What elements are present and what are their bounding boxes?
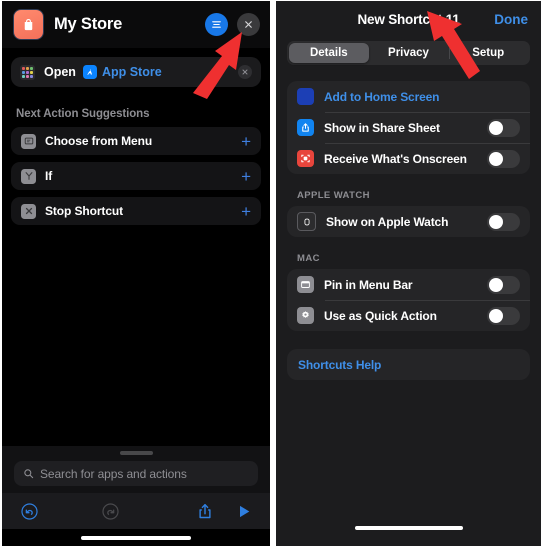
sheet-grabber[interactable] — [119, 451, 153, 455]
toggle-knob — [489, 214, 503, 229]
gear-icon — [297, 307, 314, 324]
main-settings-group: Add to Home Screen Show in Share Sheet R… — [287, 81, 530, 174]
home-indicator — [81, 535, 191, 540]
app-store-icon — [82, 65, 97, 79]
shortcut-editor-body: Open App Store Next Action Suggestions C… — [2, 48, 270, 448]
search-icon — [24, 469, 34, 479]
row-label: Add to Home Screen — [324, 89, 440, 104]
row-show-in-share-sheet[interactable]: Show in Share Sheet — [287, 112, 530, 143]
search-input[interactable]: Search for apps and actions — [14, 461, 258, 486]
toggle-knob — [489, 308, 503, 323]
home-screen-grid-icon — [297, 88, 314, 105]
undo-icon[interactable] — [20, 502, 39, 521]
menu-list-icon — [21, 133, 36, 149]
add-action-button[interactable]: + — [241, 203, 251, 220]
app-store-chip[interactable]: App Store — [82, 65, 162, 79]
play-icon[interactable] — [236, 503, 252, 520]
row-label: Show in Share Sheet — [324, 120, 440, 135]
close-icon[interactable] — [237, 13, 260, 36]
suggestion-label: If — [45, 169, 53, 183]
toggle-pin-in-menu-bar[interactable] — [487, 275, 520, 294]
action-verb: Open — [44, 65, 76, 79]
suggestion-row-stop-shortcut[interactable]: Stop Shortcut + — [11, 197, 261, 225]
shortcut-editor-header: My Store — [2, 1, 270, 48]
toggle-show-on-apple-watch[interactable] — [487, 212, 520, 231]
suggestion-row-choose-from-menu[interactable]: Choose from Menu + — [11, 127, 261, 155]
share-slot — [157, 502, 236, 521]
section-header-apple-watch: APPLE WATCH — [297, 190, 370, 201]
header-buttons — [205, 13, 260, 36]
row-label: Show on Apple Watch — [326, 214, 449, 229]
toggle-use-as-quick-action[interactable] — [487, 306, 520, 325]
share-sheet-icon — [297, 119, 314, 136]
editor-toolbar — [2, 493, 270, 529]
suggestion-label: Stop Shortcut — [45, 204, 124, 218]
comparison-screenshot: My Store Open App Store Next Action Sugg… — [0, 0, 545, 547]
toggle-show-in-share-sheet[interactable] — [487, 118, 520, 137]
menu-bar-icon — [297, 276, 314, 293]
if-branch-icon — [21, 168, 36, 184]
search-zone: Search for apps and actions — [2, 446, 270, 493]
page-title: My Store — [54, 15, 123, 33]
apple-watch-icon — [297, 212, 316, 231]
row-receive-whats-onscreen[interactable]: Receive What's Onscreen — [287, 143, 530, 174]
right-home-indicator-area — [276, 526, 541, 530]
shortcuts-help-label: Shortcuts Help — [298, 357, 382, 372]
row-shortcuts-help[interactable]: Shortcuts Help — [287, 349, 530, 380]
left-bottom-area: Search for apps and actions — [2, 446, 270, 546]
toggle-knob — [489, 151, 503, 166]
suggestions-heading: Next Action Suggestions — [16, 108, 150, 120]
row-use-as-quick-action[interactable]: Use as Quick Action — [287, 300, 530, 331]
toggle-knob — [489, 277, 503, 292]
add-action-button[interactable]: + — [241, 133, 251, 150]
play-slot — [236, 503, 252, 520]
left-phone-screen: My Store Open App Store Next Action Sugg… — [2, 1, 270, 546]
row-label: Pin in Menu Bar — [324, 277, 413, 292]
stop-x-icon — [21, 203, 36, 219]
help-group: Shortcuts Help — [287, 349, 530, 380]
toggle-knob — [489, 120, 503, 135]
shortcut-settings-header: New Shortcut 11 Done — [276, 1, 541, 37]
remove-icon[interactable] — [238, 65, 252, 79]
undo-slot — [20, 502, 77, 521]
home-indicator — [354, 526, 463, 530]
apps-grid-icon — [20, 64, 35, 80]
apple-watch-group: Show on Apple Watch — [287, 206, 530, 237]
share-icon[interactable] — [196, 502, 214, 521]
section-header-mac: MAC — [297, 253, 320, 264]
onscreen-scan-icon — [297, 150, 314, 167]
app-store-label: App Store — [101, 65, 162, 79]
right-phone-screen: New Shortcut 11 Done Details Privacy Set… — [276, 1, 541, 546]
tab-details[interactable]: Details — [289, 43, 369, 63]
redo-slot — [77, 502, 158, 521]
tab-privacy[interactable]: Privacy — [369, 43, 449, 63]
suggestion-label: Choose from Menu — [45, 134, 153, 148]
settings-body: Add to Home Screen Show in Share Sheet R… — [276, 65, 541, 537]
row-pin-in-menu-bar[interactable]: Pin in Menu Bar — [287, 269, 530, 300]
tab-setup[interactable]: Setup — [448, 43, 528, 63]
action-row-open-app-store[interactable]: Open App Store — [11, 57, 261, 87]
suggestion-row-if[interactable]: If + — [11, 162, 261, 190]
search-placeholder: Search for apps and actions — [40, 466, 187, 481]
row-show-on-apple-watch[interactable]: Show on Apple Watch — [287, 206, 530, 237]
sliders-icon[interactable] — [205, 13, 228, 36]
toggle-receive-whats-onscreen[interactable] — [487, 149, 520, 168]
mac-group: Pin in Menu Bar Use as Quick Action — [287, 269, 530, 331]
row-add-to-home-screen[interactable]: Add to Home Screen — [287, 81, 530, 112]
left-home-indicator-area — [2, 529, 270, 546]
done-button[interactable]: Done — [494, 12, 528, 27]
row-label: Receive What's Onscreen — [324, 151, 467, 166]
settings-tabs: Details Privacy Setup — [287, 41, 530, 65]
redo-icon — [102, 502, 119, 520]
shopping-bag-icon — [13, 9, 44, 40]
row-label: Use as Quick Action — [324, 308, 437, 323]
add-action-button[interactable]: + — [241, 168, 251, 185]
